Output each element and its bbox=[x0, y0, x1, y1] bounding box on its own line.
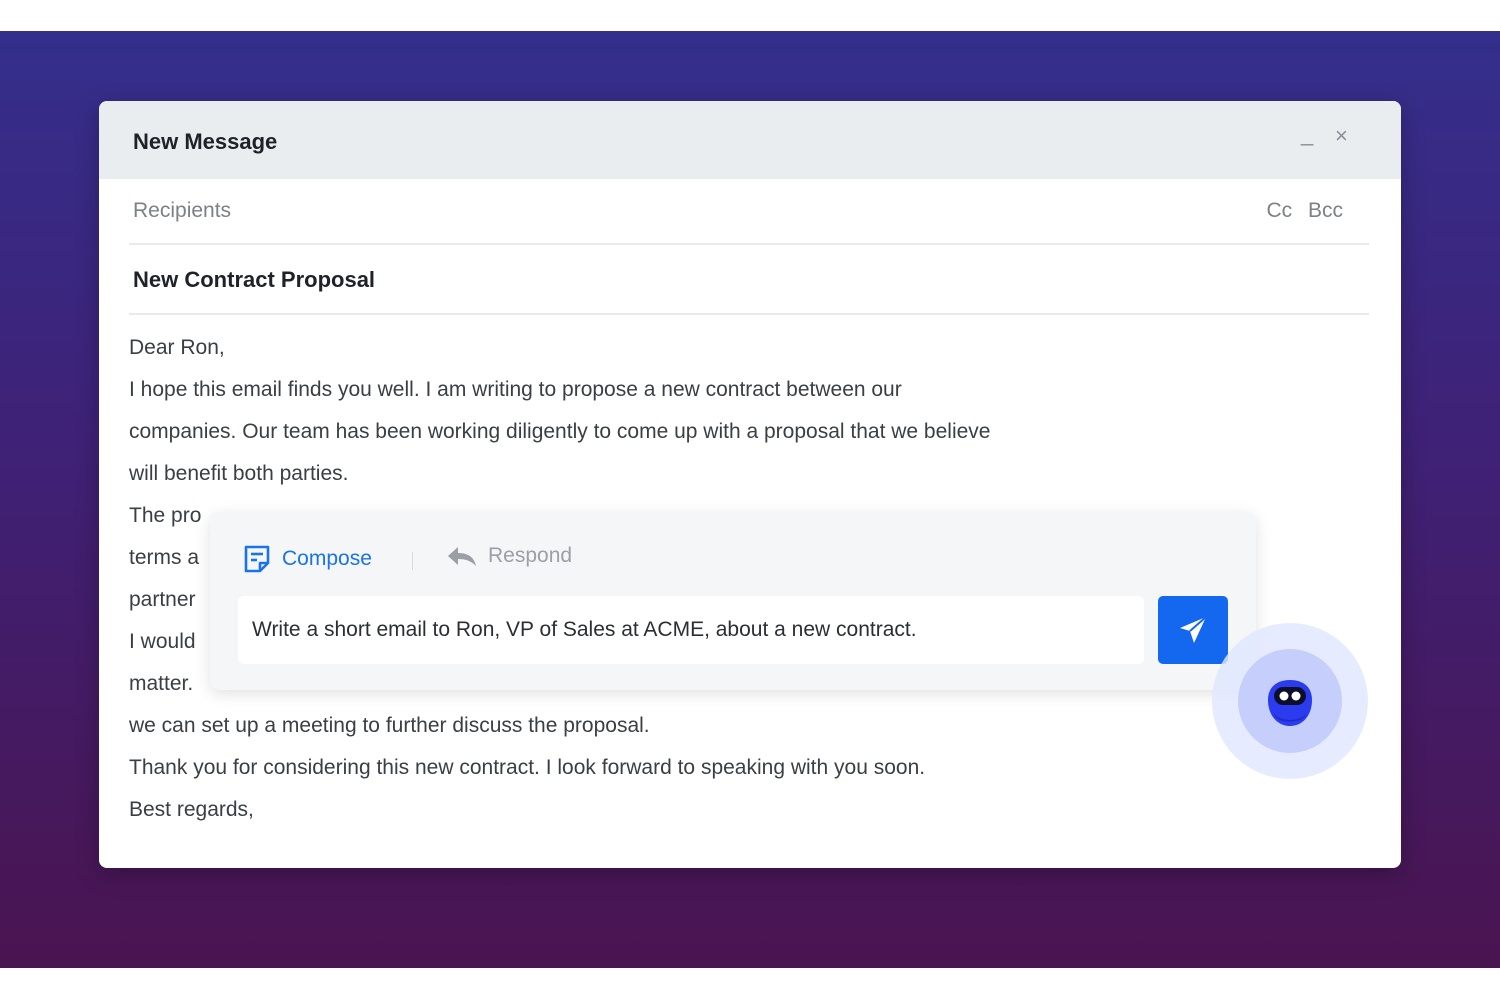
body-line: companies. Our team has been working dil… bbox=[129, 420, 991, 443]
subject-field[interactable]: New Contract Proposal bbox=[129, 247, 1369, 315]
bcc-link[interactable]: Bcc bbox=[1308, 199, 1343, 222]
close-button[interactable]: × bbox=[1335, 123, 1348, 149]
minimize-button[interactable]: _ bbox=[1301, 121, 1313, 147]
body-line: I hope this email finds you well. I am w… bbox=[129, 378, 902, 401]
cc-bcc-links: Cc Bcc bbox=[1256, 199, 1343, 223]
body-line: will benefit both parties. bbox=[129, 462, 349, 485]
tab-compose-label: Compose bbox=[282, 547, 372, 570]
compose-window: New Message _ × Recipients Cc Bcc New Co… bbox=[99, 101, 1401, 868]
body-line: Best regards, bbox=[129, 798, 254, 821]
body-line: Thank you for considering this new contr… bbox=[129, 756, 926, 779]
tab-compose[interactable]: Compose bbox=[242, 544, 372, 574]
recipients-field[interactable]: Recipients Cc Bcc bbox=[129, 179, 1369, 245]
compose-icon bbox=[244, 545, 270, 573]
prompt-text: Write a short email to Ron, VP of Sales … bbox=[252, 618, 917, 641]
title-bar: New Message _ × bbox=[99, 101, 1401, 179]
body-line: Dear Ron, bbox=[129, 336, 225, 359]
subject-text: New Contract Proposal bbox=[133, 267, 376, 292]
tab-respond-label: Respond bbox=[488, 544, 573, 567]
recipients-placeholder: Recipients bbox=[133, 199, 232, 222]
window-title: New Message bbox=[133, 129, 278, 154]
assistant-bot-icon[interactable] bbox=[1264, 678, 1316, 728]
tab-respond[interactable]: Respond bbox=[446, 544, 572, 568]
send-icon bbox=[1180, 616, 1207, 643]
tab-divider bbox=[412, 552, 413, 570]
reply-icon bbox=[448, 547, 476, 566]
body-line: we can set up a meeting to further discu… bbox=[129, 714, 650, 737]
send-button[interactable] bbox=[1158, 596, 1228, 664]
cc-link[interactable]: Cc bbox=[1266, 199, 1292, 222]
prompt-input[interactable]: Write a short email to Ron, VP of Sales … bbox=[238, 596, 1144, 664]
ai-writer-panel: Compose Respond Write a short email to R… bbox=[210, 512, 1256, 690]
